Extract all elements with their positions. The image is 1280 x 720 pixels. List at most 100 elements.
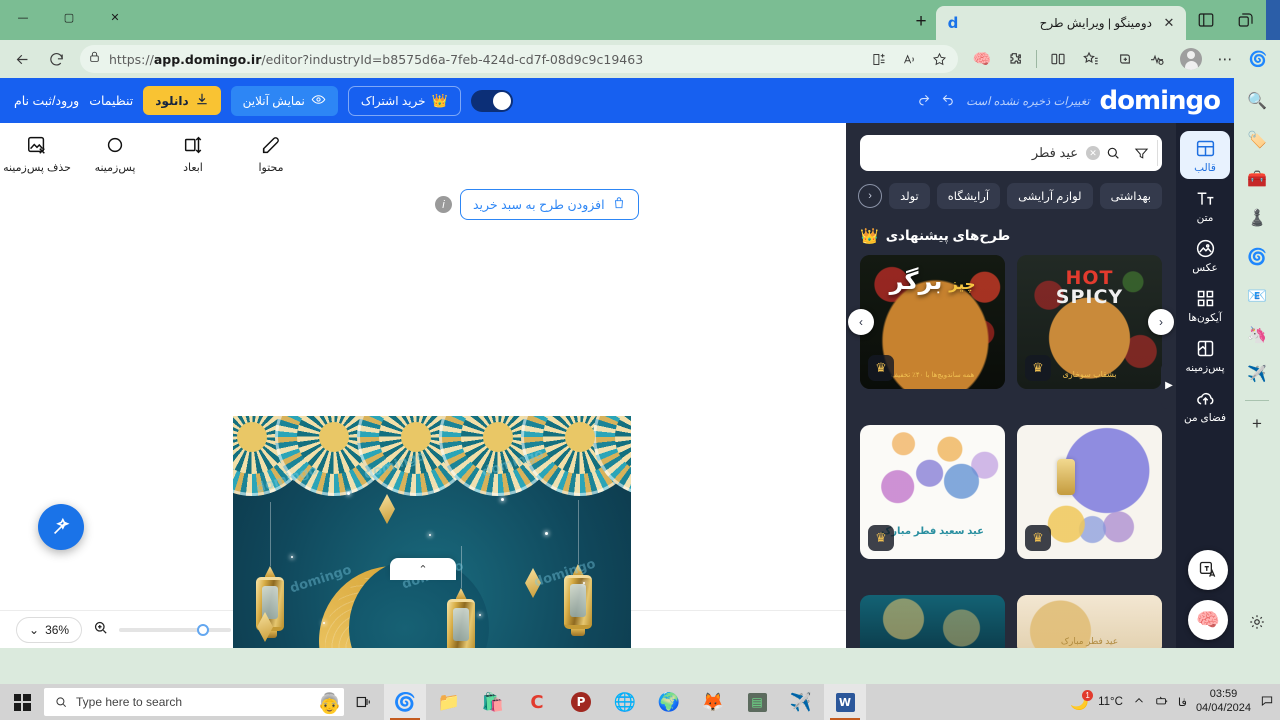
design-card[interactable]: ♛	[1017, 425, 1162, 559]
sidebar-search-icon[interactable]: 🔍	[1244, 88, 1270, 114]
taskbar-app-telegram[interactable]: ✈️	[780, 684, 822, 720]
workspaces-icon[interactable]	[1226, 3, 1266, 37]
taskbar-app-chrome[interactable]: 🌐	[604, 684, 646, 720]
search-input[interactable]	[864, 145, 1086, 161]
design-card[interactable]: عید فطر مبارک	[1017, 595, 1162, 648]
taskbar-app-explorer[interactable]: 📁	[428, 684, 470, 720]
carousel-prev-button[interactable]: ‹	[1148, 309, 1174, 335]
chip-tavallod[interactable]: تولد	[889, 183, 930, 209]
download-button[interactable]: دانلود	[143, 86, 221, 115]
design-card[interactable]	[860, 595, 1005, 648]
collections-add-icon[interactable]	[1108, 44, 1140, 74]
browser-tab-active[interactable]: ✕ دومینگو | ویرایش طرح d	[936, 6, 1186, 40]
start-button[interactable]	[0, 684, 44, 720]
weather-notification-badge[interactable]: 🌙 1	[1070, 690, 1094, 711]
design-artboard[interactable]: عید فطر مبارک domingo domingo domingo do…	[233, 416, 631, 648]
new-tab-button[interactable]: +	[906, 7, 936, 37]
reload-button[interactable]	[40, 44, 72, 74]
design-card[interactable]: HOT SPICY بشقاب سوخاری ♛	[1017, 255, 1162, 389]
extensions-icon[interactable]	[999, 44, 1031, 74]
sidebar-telegram-icon[interactable]: ✈️	[1244, 361, 1270, 387]
chip-lavazem-arayeshi[interactable]: لوازم آرایشی	[1007, 183, 1093, 209]
profile-avatar[interactable]	[1180, 48, 1202, 70]
design-card[interactable]: چیز برگر همه ساندویچ‌ها با ۴۰٪ تخفیف ♛	[860, 255, 1005, 389]
taskbar-app-edge[interactable]: 🌀	[384, 684, 426, 720]
chip-arayeshgah[interactable]: آرایشگاه	[936, 183, 1001, 209]
sidebar-settings-icon[interactable]	[1248, 613, 1266, 636]
carousel-next-button[interactable]: ›	[848, 309, 874, 335]
address-bar[interactable]: https://app.domingo.ir/editor?industryId…	[80, 45, 958, 73]
rail-item-icons[interactable]: آیکون‌ها	[1180, 281, 1230, 329]
taskbar-app-word[interactable]: W	[824, 684, 866, 720]
tab-close-icon[interactable]: ✕	[1160, 14, 1178, 32]
zoom-in-icon[interactable]	[92, 619, 109, 641]
filter-icon[interactable]	[1126, 140, 1158, 166]
search-clear-icon[interactable]: ✕	[1086, 146, 1100, 160]
rail-item-my-space[interactable]: فضای من	[1180, 381, 1230, 429]
sidebar-add-icon[interactable]: +	[1252, 414, 1262, 434]
taskbar-app-camtasia[interactable]: C	[516, 684, 558, 720]
zoom-level-select[interactable]: ⌄ 36%	[16, 616, 83, 643]
taskbar-app-idm[interactable]: 🌍	[648, 684, 690, 720]
chips-prev-icon[interactable]: ‹	[858, 184, 883, 208]
tool-remove-background[interactable]: حذف پس‌زمینه	[0, 134, 74, 174]
rail-item-image[interactable]: عکس	[1180, 231, 1230, 279]
sidebar-shopping-icon[interactable]: 🏷️	[1244, 127, 1270, 153]
window-minimize-button[interactable]: —	[0, 0, 46, 34]
panel-collapse-handle[interactable]: ▶	[1161, 362, 1176, 409]
rail-item-template[interactable]: قالب	[1180, 131, 1230, 179]
taskbar-app-photoscape[interactable]: P	[560, 684, 602, 720]
browser-more-menu-icon[interactable]: ⋯	[1209, 44, 1241, 74]
taskbar-app-store[interactable]: 🛍️	[472, 684, 514, 720]
back-button[interactable]	[6, 44, 38, 74]
weather-temperature[interactable]: 11°C	[1098, 696, 1123, 708]
read-aloud-icon[interactable]	[898, 48, 920, 70]
language-indicator[interactable]: فا	[1178, 695, 1187, 709]
zoom-slider-knob[interactable]	[197, 623, 210, 636]
zoom-slider[interactable]	[119, 623, 232, 636]
battery-icon[interactable]	[1155, 694, 1169, 711]
tray-expand-icon[interactable]	[1132, 694, 1146, 711]
clock[interactable]: 03:59 04/04/2024	[1196, 688, 1251, 716]
tab-actions-icon[interactable]	[1186, 3, 1226, 37]
collections-star-icon[interactable]	[1075, 44, 1107, 74]
taskbar-app-firefox[interactable]: 🦊	[692, 684, 734, 720]
taskbar-app-notes[interactable]: ▤	[736, 684, 778, 720]
browser-essentials-icon[interactable]	[1141, 44, 1173, 74]
online-preview-button[interactable]: نمایش آنلاین	[230, 85, 338, 116]
sidebar-games-icon[interactable]: ♟️	[1244, 205, 1270, 231]
window-close-button[interactable]: ✕	[92, 0, 138, 34]
add-to-cart-button[interactable]: افزودن طرح به سبد خرید	[460, 189, 639, 220]
rail-item-text[interactable]: متن	[1180, 181, 1230, 229]
ai-brain-icon[interactable]: 🧠	[1188, 600, 1228, 640]
settings-link[interactable]: تنظیمات	[89, 93, 133, 108]
action-center-icon[interactable]	[1260, 694, 1274, 711]
tool-background[interactable]: پس‌زمینه	[78, 134, 152, 174]
split-screen-icon[interactable]	[868, 48, 890, 70]
search-bar[interactable]: ✕	[860, 135, 1162, 171]
taskbar-search-box[interactable]: Type here to search 👵	[44, 688, 344, 716]
copilot-brain-icon[interactable]: 🧠	[966, 44, 998, 74]
design-card[interactable]: عید سعید فطر مبارک ♛	[860, 425, 1005, 559]
translate-icon[interactable]	[1188, 550, 1228, 590]
task-view-button[interactable]	[344, 684, 384, 720]
sidebar-office-icon[interactable]: 🌀	[1244, 244, 1270, 270]
redo-icon[interactable]	[916, 91, 931, 111]
sidebar-image-creator-icon[interactable]: 🦄	[1244, 322, 1270, 348]
sidebar-outlook-icon[interactable]: 📧	[1244, 283, 1270, 309]
search-icon[interactable]	[1100, 145, 1126, 161]
tool-content[interactable]: محتوا	[234, 134, 308, 174]
rail-item-background[interactable]: پس‌زمینه	[1180, 331, 1230, 379]
expand-panel-caret[interactable]: ⌃	[390, 558, 456, 580]
magic-wand-button[interactable]	[38, 504, 84, 550]
undo-icon[interactable]	[941, 91, 956, 111]
buy-subscription-button[interactable]: 👑 خرید اشتراک	[347, 85, 461, 116]
chip-behdashti[interactable]: بهداشتی	[1099, 183, 1162, 209]
split-window-icon[interactable]	[1042, 44, 1074, 74]
copilot-icon[interactable]: 🌀	[1242, 44, 1274, 74]
info-icon[interactable]: i	[435, 196, 452, 213]
domingo-logo[interactable]: domingo	[1100, 86, 1221, 116]
sidebar-tools-icon[interactable]: 🧰	[1244, 166, 1270, 192]
window-maximize-button[interactable]: ▢	[46, 0, 92, 34]
tool-dimensions[interactable]: ابعاد	[156, 134, 230, 174]
